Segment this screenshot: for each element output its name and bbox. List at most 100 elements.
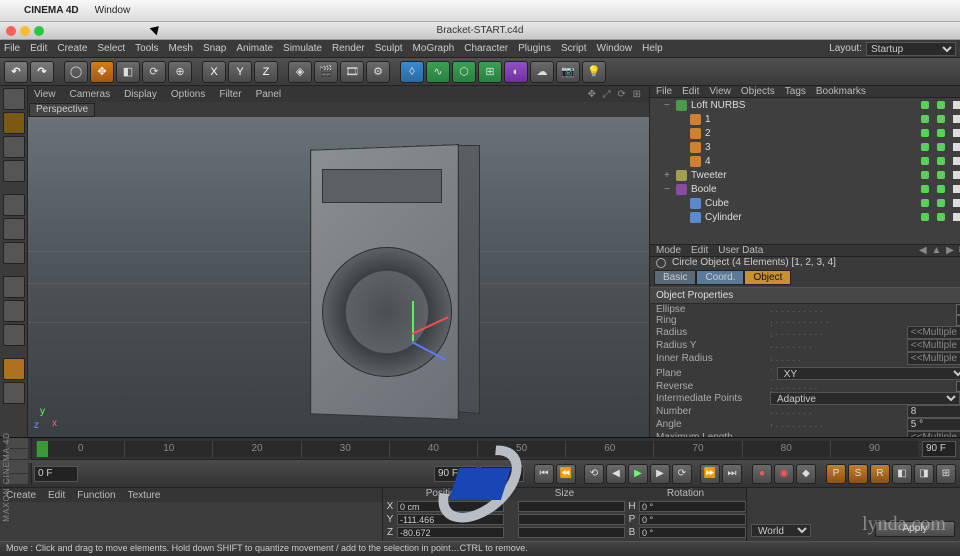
menu-render[interactable]: Render xyxy=(332,43,365,54)
om-menu-tags[interactable]: Tags xyxy=(785,86,806,97)
render-view-button[interactable]: 🎬 xyxy=(314,61,338,83)
prop-ellipse-check[interactable] xyxy=(956,304,960,315)
menu-snap[interactable]: Snap xyxy=(203,43,226,54)
menu-mograph[interactable]: MoGraph xyxy=(413,43,455,54)
goto-start-button[interactable]: ⏮ xyxy=(534,464,554,484)
menu-simulate[interactable]: Simulate xyxy=(283,43,322,54)
om-menu-bookmarks[interactable]: Bookmarks xyxy=(816,86,866,97)
vp-menu-cameras[interactable]: Cameras xyxy=(70,89,111,100)
z-axis-lock-button[interactable]: Z xyxy=(254,61,278,83)
menu-character[interactable]: Character xyxy=(464,43,508,54)
tree-row[interactable]: −Boole✓ xyxy=(650,182,960,196)
tab-basic[interactable]: Basic xyxy=(654,270,696,285)
goto-prevkey-button[interactable]: ⏪ xyxy=(556,464,576,484)
prop-reverse-check[interactable] xyxy=(956,381,960,392)
prop-number-input[interactable] xyxy=(907,405,960,418)
key-pla-button[interactable]: ◨ xyxy=(914,464,934,484)
viewport-canvas[interactable]: y x z xyxy=(28,117,649,437)
prop-angle-input[interactable] xyxy=(907,418,960,431)
tree-row[interactable]: 3✓ xyxy=(650,140,960,154)
polys-mode-button[interactable] xyxy=(3,242,25,264)
light-button[interactable]: 💡 xyxy=(582,61,606,83)
locked-workplane-button[interactable] xyxy=(3,358,25,380)
planar-workplane-button[interactable] xyxy=(3,382,25,404)
coord-size-input[interactable] xyxy=(518,514,625,525)
vp-menu-display[interactable]: Display xyxy=(124,89,157,100)
spline-button[interactable]: ∿ xyxy=(426,61,450,83)
key-scale-button[interactable]: S xyxy=(848,464,868,484)
mm-menu-function[interactable]: Function xyxy=(77,490,115,501)
record-button[interactable]: ● xyxy=(752,464,772,484)
move-gizmo-icon[interactable] xyxy=(378,307,448,377)
rotate-tool-button[interactable]: ⟳ xyxy=(142,61,166,83)
menu-sculpt[interactable]: Sculpt xyxy=(375,43,403,54)
am-menu-userdata[interactable]: User Data xyxy=(718,245,763,256)
snap-button[interactable] xyxy=(3,324,25,346)
mm-menu-edit[interactable]: Edit xyxy=(48,490,65,501)
autokey-button[interactable]: ◉ xyxy=(774,464,794,484)
coord-pos-input[interactable] xyxy=(397,527,504,538)
om-menu-view[interactable]: View xyxy=(709,86,731,97)
am-nav-icons[interactable]: ◀ ▲ ▶ ⧉ xyxy=(919,245,960,256)
om-menu-file[interactable]: File xyxy=(656,86,672,97)
prop-plane-select[interactable]: XY xyxy=(777,367,960,380)
viewport-solo-button[interactable] xyxy=(3,300,25,322)
vp-menu-panel[interactable]: Panel xyxy=(256,89,282,100)
texture-mode-button[interactable] xyxy=(3,136,25,158)
om-menu-objects[interactable]: Objects xyxy=(741,86,775,97)
render-settings-button[interactable]: ⚙ xyxy=(366,61,390,83)
om-menu-edit[interactable]: Edit xyxy=(682,86,699,97)
tree-row[interactable]: Cylinder✓ xyxy=(650,210,960,224)
goto-nextkey-button[interactable]: ⏩ xyxy=(700,464,720,484)
menu-mesh[interactable]: Mesh xyxy=(169,43,193,54)
render-pv-button[interactable]: 🎞 xyxy=(340,61,364,83)
key-rot-button[interactable]: R xyxy=(870,464,890,484)
menu-edit[interactable]: Edit xyxy=(30,43,47,54)
menu-tools[interactable]: Tools xyxy=(135,43,158,54)
scale-tool-button[interactable]: ◧ xyxy=(116,61,140,83)
minimize-window-button[interactable] xyxy=(20,26,30,36)
key-param-button[interactable]: ◧ xyxy=(892,464,912,484)
move-tool-button[interactable]: ✥ xyxy=(90,61,114,83)
vp-menu-view[interactable]: View xyxy=(34,89,56,100)
prop-ring-check[interactable] xyxy=(956,315,960,326)
mac-menu-window[interactable]: Window xyxy=(95,5,131,16)
timeline-end-field[interactable] xyxy=(922,441,956,457)
undo-button[interactable]: ↶ xyxy=(4,61,28,83)
menu-create[interactable]: Create xyxy=(57,43,87,54)
key-options-button[interactable]: ⊞ xyxy=(936,464,956,484)
tree-row[interactable]: −Loft NURBS✓ xyxy=(650,98,960,112)
menu-window[interactable]: Window xyxy=(597,43,633,54)
prop-innerr-input[interactable] xyxy=(907,352,960,365)
coord-system-button[interactable]: ◈ xyxy=(288,61,312,83)
coord-rot-input[interactable] xyxy=(639,514,746,525)
close-window-button[interactable] xyxy=(6,26,16,36)
am-menu-edit[interactable]: Edit xyxy=(691,245,708,256)
prev-frame-button[interactable]: ◀ xyxy=(606,464,626,484)
mm-menu-texture[interactable]: Texture xyxy=(128,490,161,501)
menu-help[interactable]: Help xyxy=(642,43,663,54)
goto-end-button[interactable]: ⏭ xyxy=(722,464,742,484)
prop-radius-input[interactable] xyxy=(907,326,960,339)
menu-plugins[interactable]: Plugins xyxy=(518,43,551,54)
tree-row[interactable]: Cube✓ xyxy=(650,196,960,210)
edges-mode-button[interactable] xyxy=(3,218,25,240)
tree-row[interactable]: 2✓ xyxy=(650,126,960,140)
redo-button[interactable]: ↷ xyxy=(30,61,54,83)
prop-radiusy-input[interactable] xyxy=(907,339,960,352)
am-menu-mode[interactable]: Mode xyxy=(656,245,681,256)
tree-row[interactable]: 1✓ xyxy=(650,112,960,126)
last-tool-button[interactable]: ⊕ xyxy=(168,61,192,83)
play-forward-button[interactable]: ⟳ xyxy=(672,464,692,484)
play-back-button[interactable]: ⟲ xyxy=(584,464,604,484)
primitive-button[interactable]: ◊ xyxy=(400,61,424,83)
model-mode-button[interactable] xyxy=(3,112,25,134)
live-select-button[interactable]: ◯ xyxy=(64,61,88,83)
vp-menu-filter[interactable]: Filter xyxy=(219,89,241,100)
array-button[interactable]: ⊞ xyxy=(478,61,502,83)
vp-menu-options[interactable]: Options xyxy=(171,89,205,100)
app-name[interactable]: CINEMA 4D xyxy=(24,5,79,16)
workplane-button[interactable] xyxy=(3,160,25,182)
coord-rot-input[interactable] xyxy=(639,527,746,538)
play-button[interactable]: ▶ xyxy=(628,464,648,484)
